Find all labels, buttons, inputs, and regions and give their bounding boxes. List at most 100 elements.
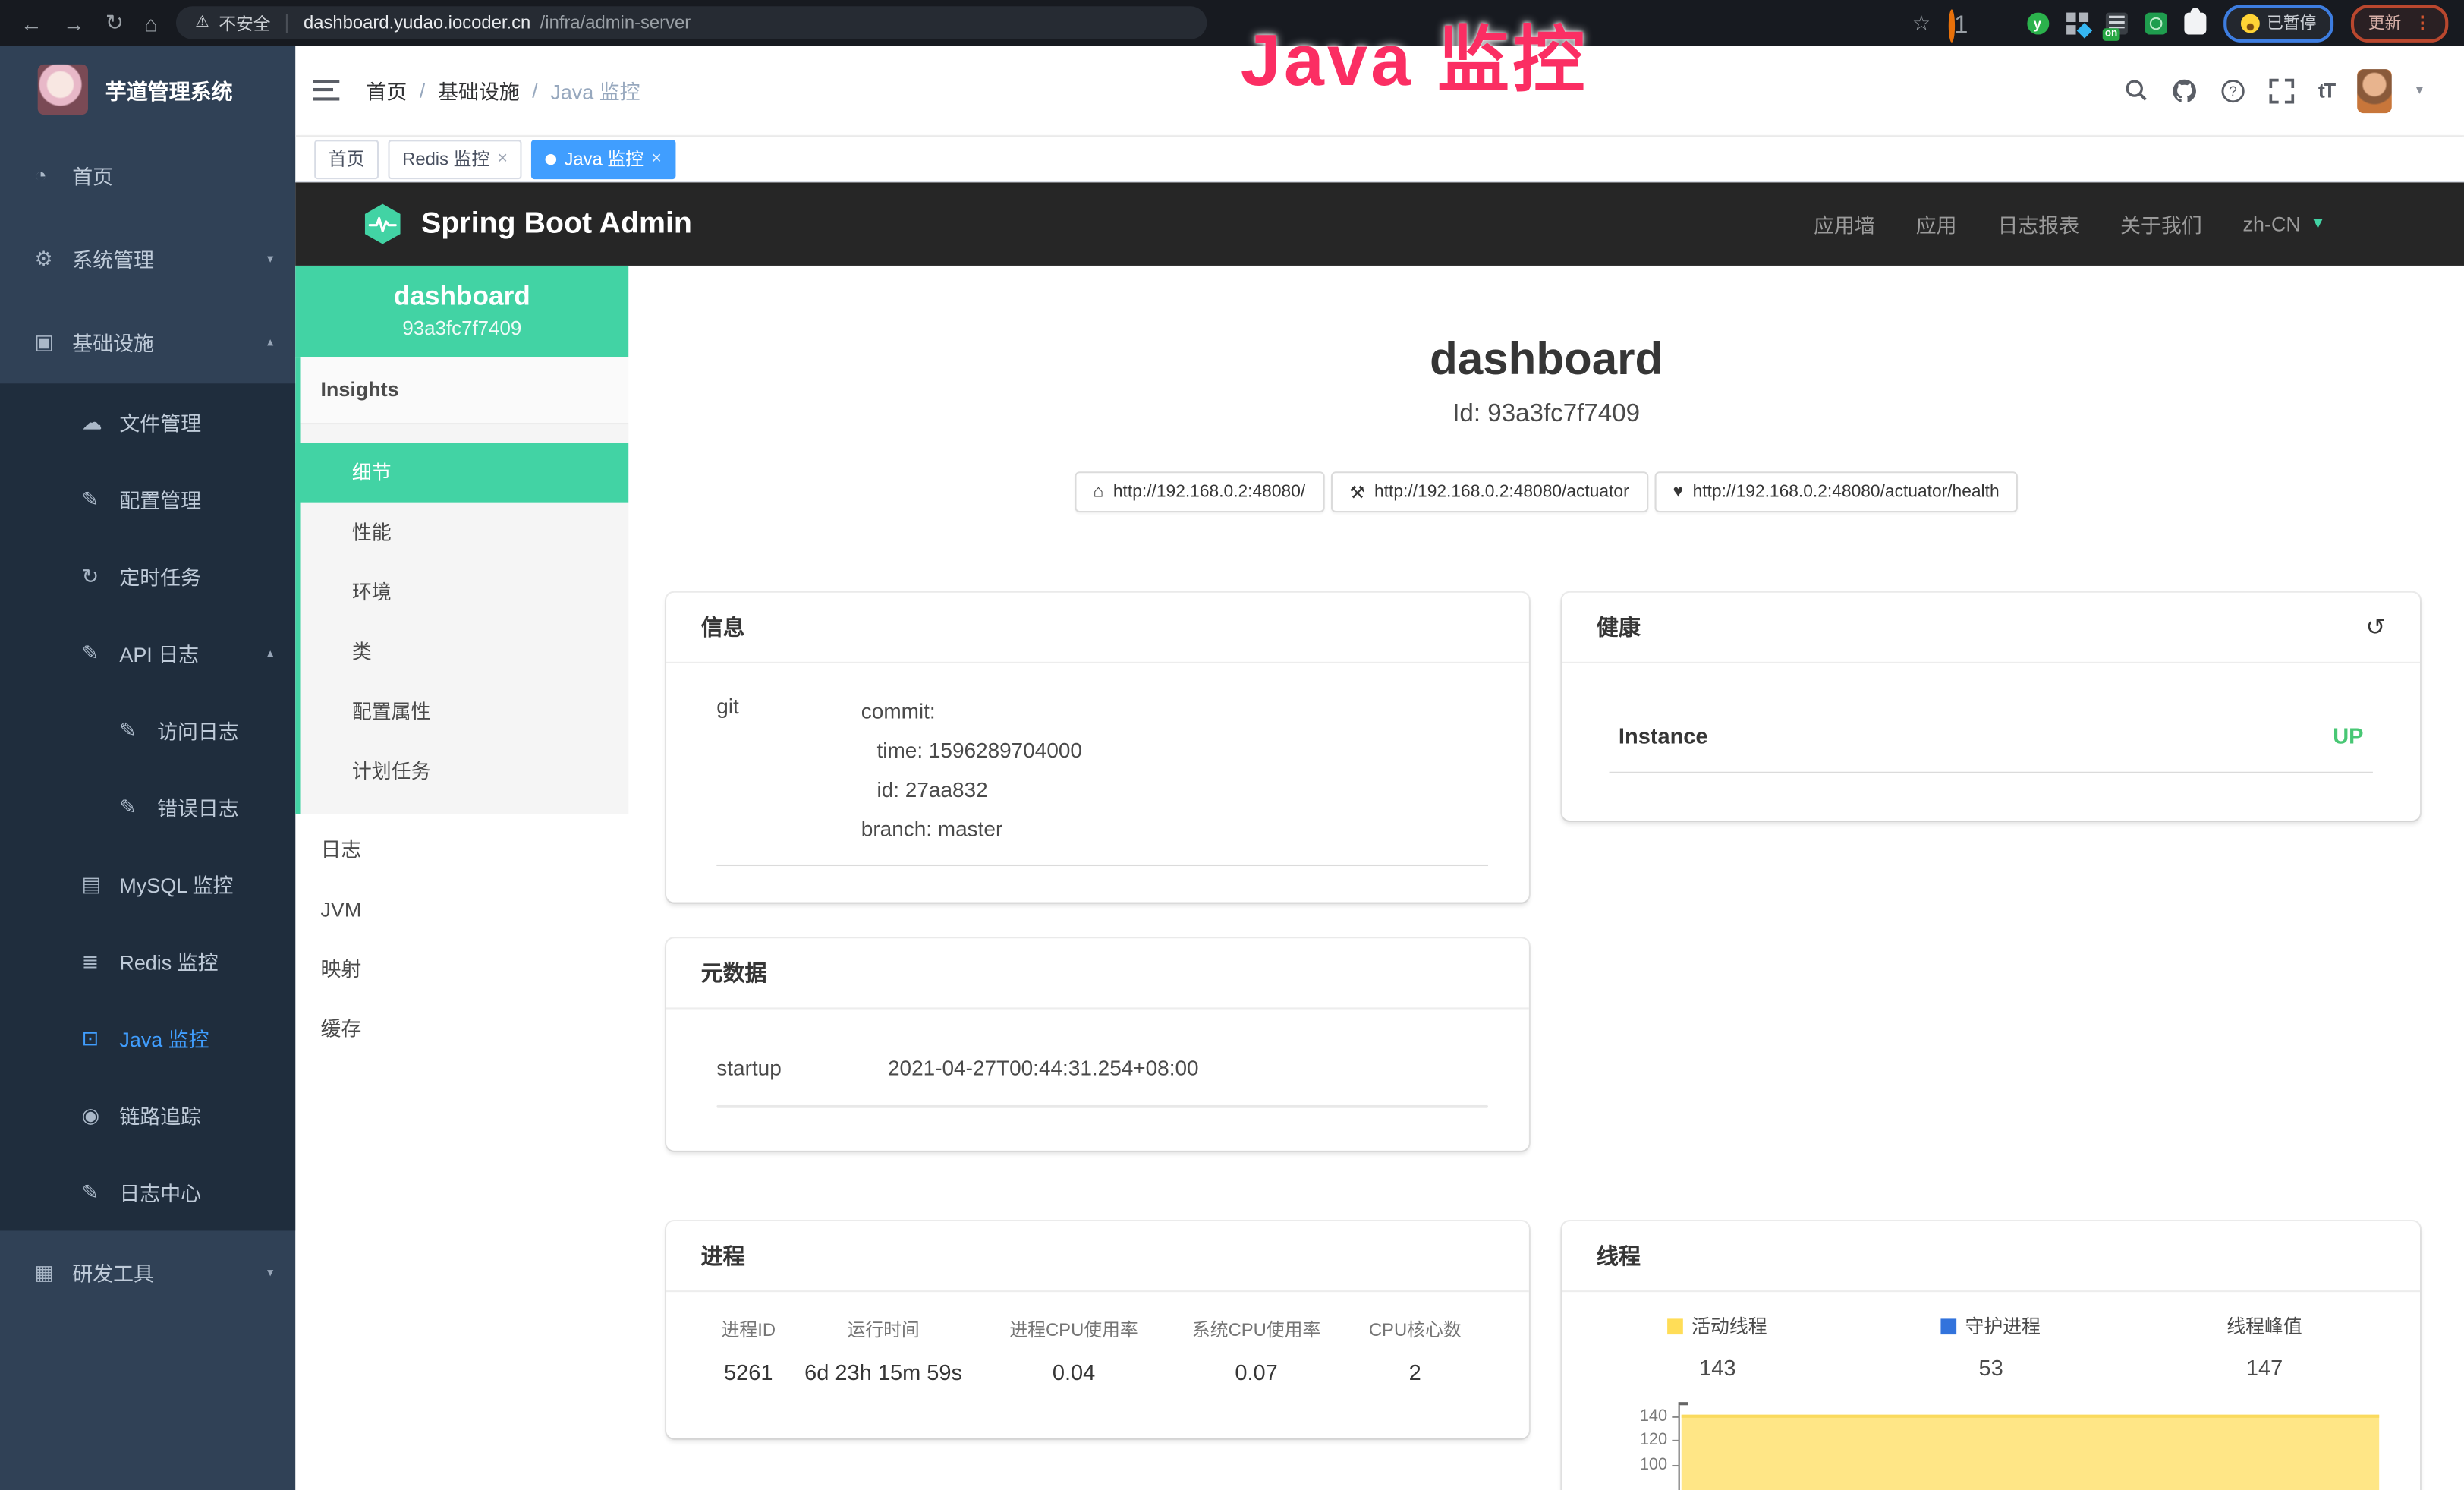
browser-forward-icon[interactable]: → [63,10,85,35]
col-uptime: 运行时间 [796,1314,971,1349]
insights-item-details[interactable]: 细节 [295,443,628,503]
address-bar[interactable]: ⚠ 不安全 dashboard.yudao.iocoder.cn/infra/a… [176,6,1207,39]
extension-y-icon[interactable]: y [2026,12,2048,34]
sba-nav-wallboard[interactable]: 应用墙 [1814,209,1875,238]
instance-header: dashboard 93a3fc7f7409 [295,266,628,357]
sidebar-item-system[interactable]: ⚙ 系统管理 ▾ [0,217,295,301]
threads-values: 143 53 147 [1581,1352,2401,1383]
metadata-card-title: 元数据 [666,938,1529,1009]
col-pid: 进程ID [701,1314,796,1349]
security-warning-icon[interactable]: ⚠ [195,14,209,32]
extension-pin-icon[interactable] [1987,12,2009,34]
sba-language-select[interactable]: zh-CN ▼ [2243,213,2326,236]
sidebar-item-logs[interactable]: 日志 [295,821,628,880]
insights-item-configprops[interactable]: 配置属性 [301,682,629,742]
close-icon[interactable]: × [651,150,661,169]
metadata-card: 元数据 startup 2021-04-27T00:44:31.254+08:0… [666,938,1529,1151]
health-card-body[interactable]: Instance UP [1562,663,2420,748]
tab-home[interactable]: 首页 [314,139,379,178]
sidebar-item-infra[interactable]: ▣ 基础设施 ▴ [0,301,295,384]
github-icon[interactable] [2172,78,2197,103]
close-icon[interactable]: × [498,150,508,169]
sidebar-item-file-manage[interactable]: ☁ 文件管理 [0,383,295,460]
live-threads-area [1682,1415,2379,1490]
tab-java-monitor[interactable]: Java 监控 × [531,139,675,178]
toolbox-icon: ▦ [35,1260,73,1285]
dashboard-icon: ◔ [35,163,73,187]
extension-colorzilla-icon[interactable]: 1 [1948,12,1970,34]
sidebar-item-java-monitor[interactable]: ⊡ Java 监控 [0,1000,295,1076]
sba-nav-journal[interactable]: 日志报表 [1997,209,2079,238]
tag-view-bar: 首页 Redis 监控 × Java 监控 × [295,137,2464,182]
browser-menu-icon[interactable]: ⋮ [2414,13,2431,33]
edit-icon: ✎ [119,795,157,820]
sba-brand[interactable]: Spring Boot Admin [361,203,692,245]
smiley-avatar-icon [2240,14,2259,33]
tab-redis-monitor[interactable]: Redis 监控 × [388,139,521,178]
sidebar-item-access-log[interactable]: ✎ 访问日志 [0,691,295,768]
user-caret-icon[interactable]: ▾ [2416,82,2423,99]
extension-switch-icon[interactable]: on [2105,12,2127,34]
font-size-icon[interactable]: tT [2318,79,2334,102]
health-instance-label: Instance [1619,723,2333,748]
sidebar-item-tracing[interactable]: ◉ 链路追踪 [0,1076,295,1153]
sidebar-item-config-manage[interactable]: ✎ 配置管理 [0,461,295,537]
browser-back-icon[interactable]: ← [20,10,42,35]
search-icon[interactable] [2125,79,2148,102]
extension-magnifier-icon[interactable] [2145,12,2167,34]
sba-nav-about[interactable]: 关于我们 [2120,209,2202,238]
fullscreen-icon[interactable] [2270,78,2295,103]
url-host[interactable]: dashboard.yudao.iocoder.cn [304,14,530,33]
insights-item-classes[interactable]: 类 [301,622,629,682]
infra-submenu: ☁ 文件管理 ✎ 配置管理 ↻ 定时任务 ✎ API 日志 ▴ ✎ [0,383,295,1230]
insights-item-environment[interactable]: 环境 [301,562,629,622]
monitor-icon: ▣ [35,329,73,354]
history-icon[interactable]: ↺ [2365,613,2385,641]
extensions-puzzle-icon[interactable] [2183,12,2205,34]
health-status-badge: UP [2333,723,2363,748]
profile-paused-pill[interactable]: 已暂停 [2223,4,2333,42]
sidebar-item-redis-monitor[interactable]: ≣ Redis 监控 [0,923,295,1000]
sidebar-item-jvm[interactable]: JVM [295,880,628,940]
insights-item-metrics[interactable]: 性能 [301,503,629,563]
browser-update-button[interactable]: 更新 ⋮ [2351,4,2448,42]
info-row-value: commit: time: 1596289704000 id: 27aa832 … [861,691,1488,849]
sidebar-item-dev-tools[interactable]: ▦ 研发工具 ▾ [0,1230,295,1314]
info-card: 信息 git commit: time: 1596289704000 id: 2… [666,593,1529,903]
sba-instance-sidebar: dashboard 93a3fc7f7409 Insights 细节 性能 环境… [295,266,628,1490]
browser-reload-icon[interactable]: ↻ [105,9,124,36]
url-divider [286,14,288,33]
git-id-line: id: 27aa832 [861,770,1488,810]
browser-home-icon[interactable]: ⌂ [144,10,158,35]
breadcrumb-infra[interactable]: 基础设施 [438,75,520,105]
sidebar-item-api-log[interactable]: ✎ API 日志 ▴ [0,615,295,691]
sidebar-item-log-center[interactable]: ✎ 日志中心 [0,1154,295,1230]
sidebar-item-error-log[interactable]: ✎ 错误日志 [0,769,295,846]
sba-nav-applications[interactable]: 应用 [1916,209,1957,238]
breadcrumb-home[interactable]: 首页 [366,75,407,105]
bookmark-star-icon[interactable]: ☆ [1912,10,1931,35]
actuator-url-button[interactable]: ⚒ http://192.168.0.2:48080/actuator [1330,471,1647,512]
help-icon[interactable]: ? [2220,78,2245,103]
hamburger-icon[interactable] [313,80,339,101]
sidebar-item-mappings[interactable]: 映射 [295,940,628,1000]
metadata-card-body: startup 2021-04-27T00:44:31.254+08:00 [666,1009,1529,1079]
home-icon: ⌂ [1094,483,1104,502]
sidebar-item-home[interactable]: ◔ 首页 [0,134,295,217]
security-label[interactable]: 不安全 [219,10,270,35]
edit-icon: ✎ [82,487,120,512]
sidebar-item-caches[interactable]: 缓存 [295,1000,628,1060]
sidebar-item-mysql-monitor[interactable]: ▤ MySQL 监控 [0,846,295,922]
log-center-icon: ✎ [82,1180,120,1205]
service-url-button[interactable]: ⌂ http://192.168.0.2:48080/ [1075,471,1324,512]
insights-item-scheduled[interactable]: 计划任务 [301,742,629,802]
app-logo-row[interactable]: 芋道管理系统 [0,46,295,134]
user-avatar[interactable] [2358,68,2393,112]
edit-icon: ✎ [119,717,157,742]
legend-swatch-blue [1941,1318,1957,1334]
health-url-button[interactable]: ♥ http://192.168.0.2:48080/actuator/heal… [1654,471,2019,512]
extension-grid-icon[interactable] [2066,12,2088,34]
sidebar-item-scheduled-task[interactable]: ↻ 定时任务 [0,537,295,614]
page-title: dashboard [628,335,2464,386]
url-path[interactable]: /infra/admin-server [540,14,691,33]
